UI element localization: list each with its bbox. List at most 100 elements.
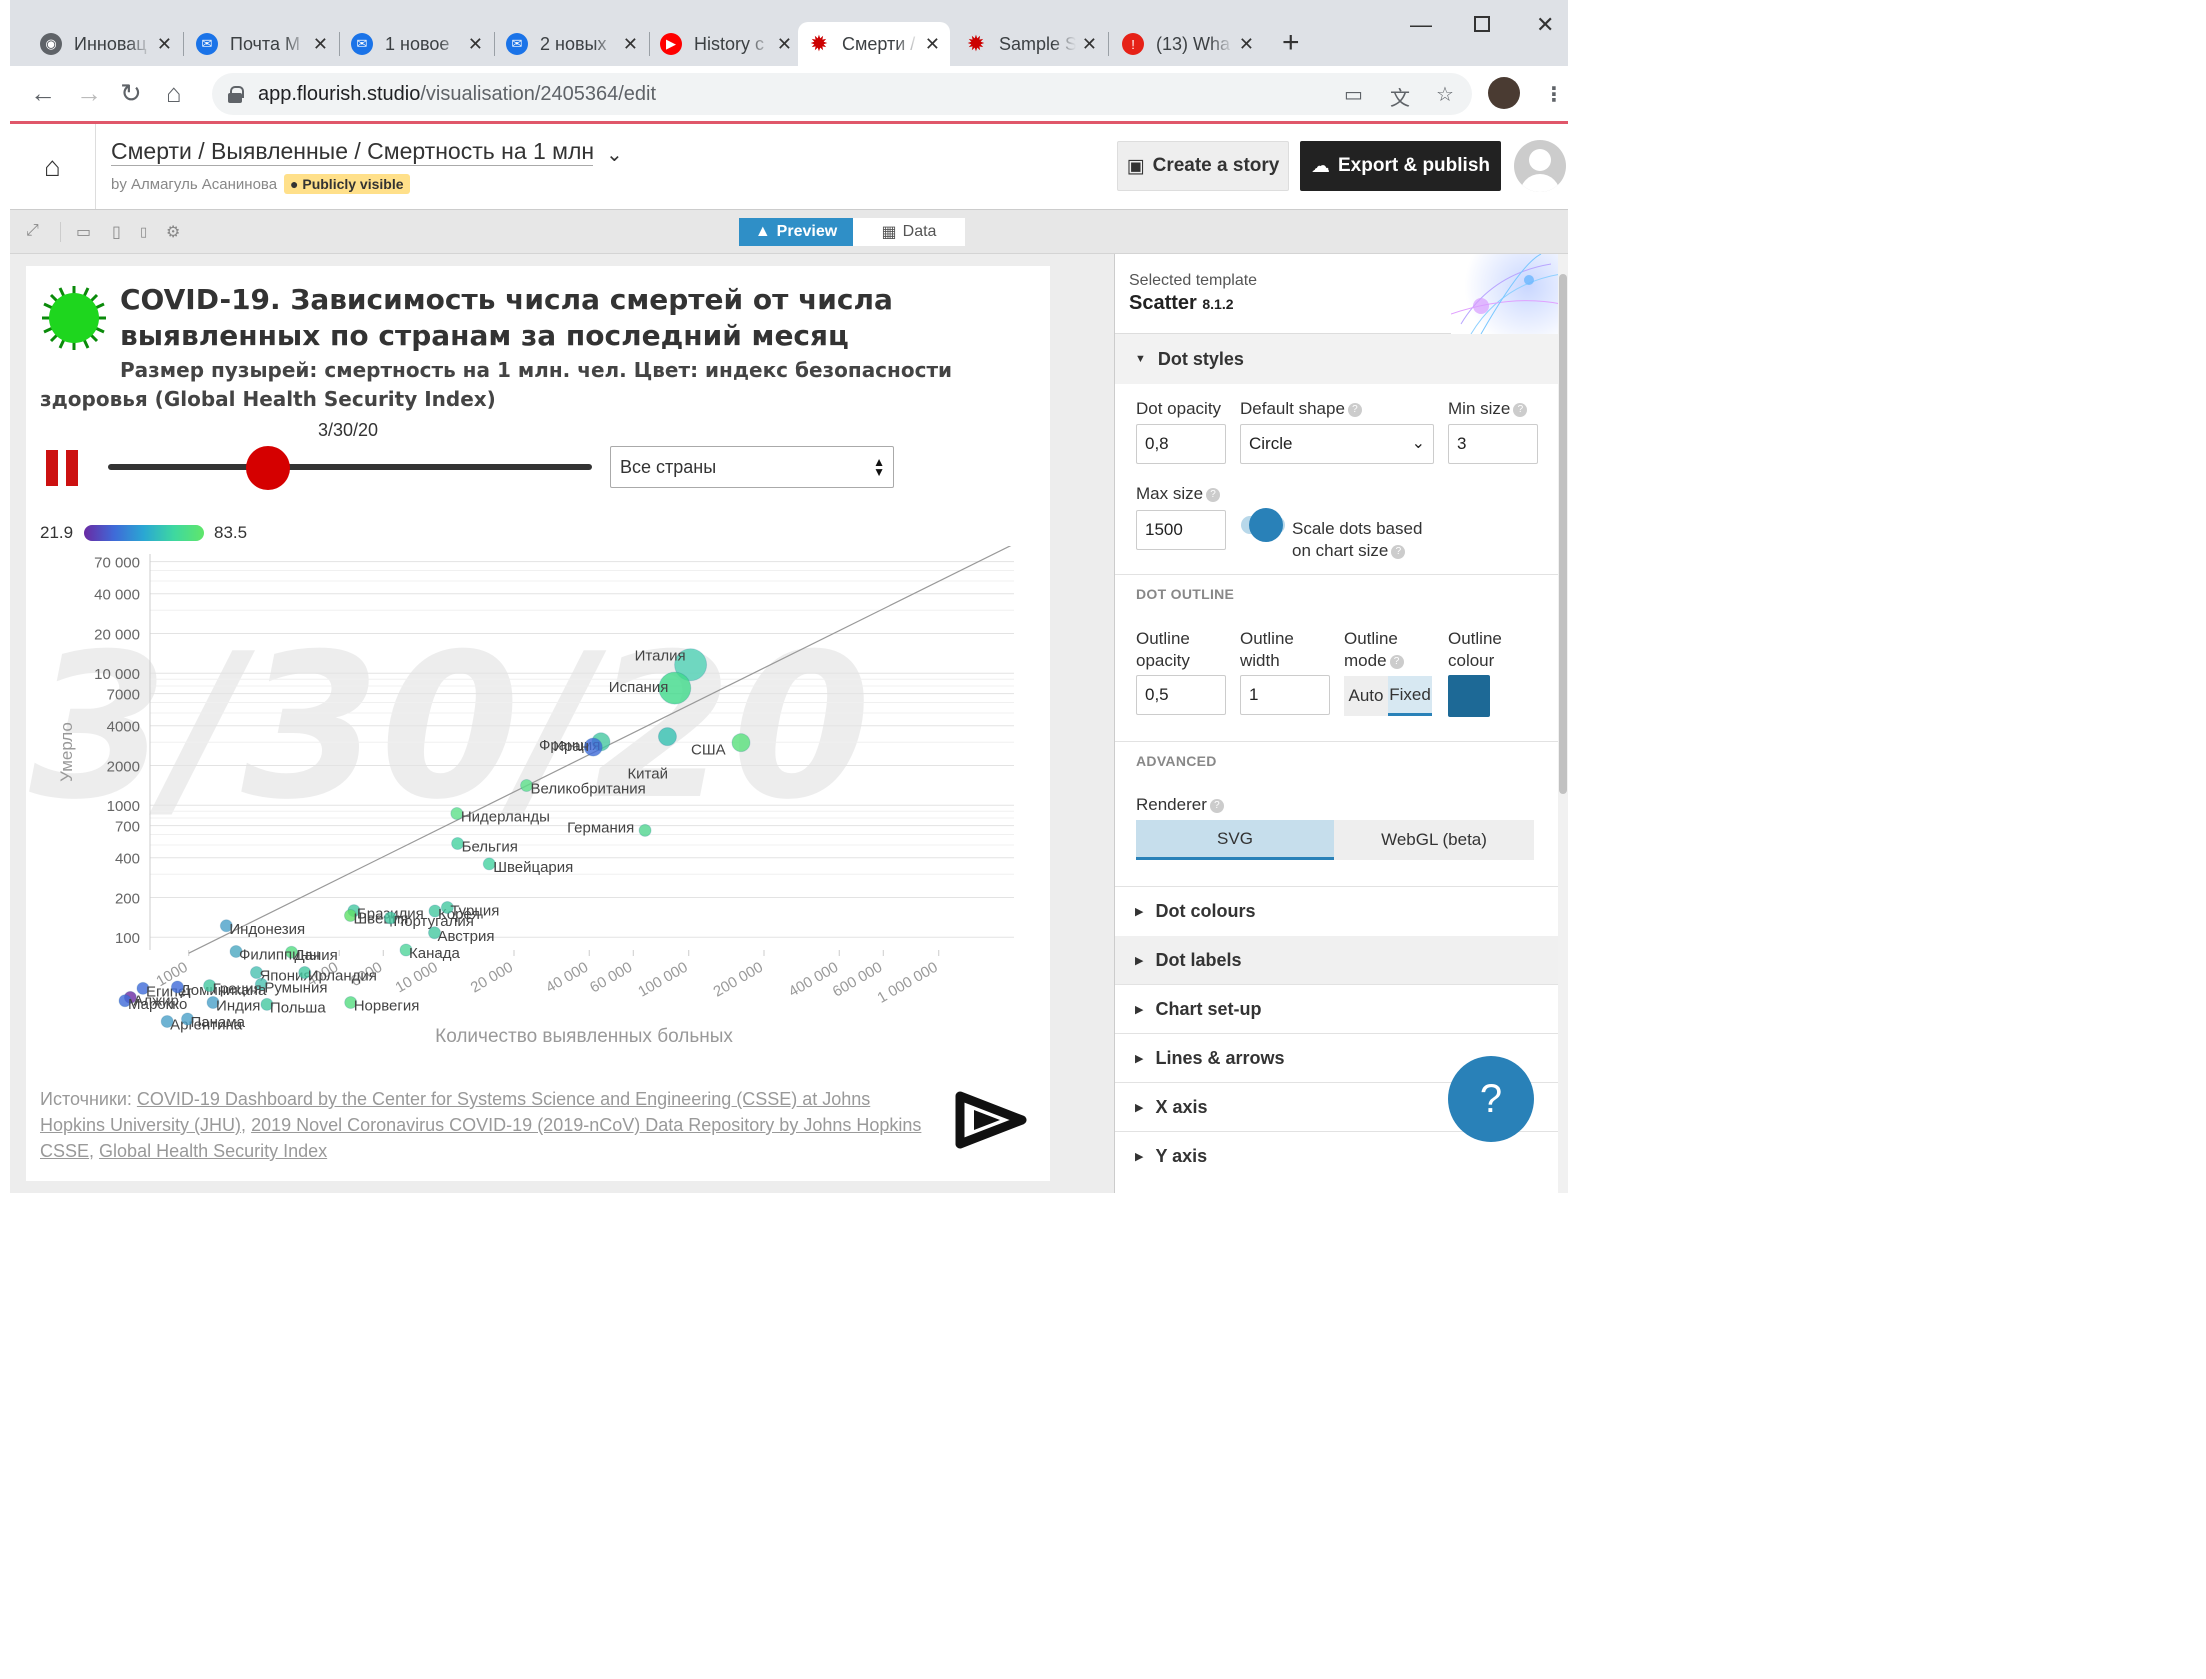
home-icon[interactable]: ⌂: [166, 78, 182, 109]
star-icon[interactable]: ☆: [1436, 82, 1454, 107]
new-tab-button[interactable]: +: [1282, 28, 1300, 58]
scatter-point[interactable]: [657, 727, 677, 747]
address-bar[interactable]: app.flourish.studio/visualisation/240536…: [212, 73, 1472, 115]
scale-dots-toggle[interactable]: [1241, 508, 1285, 542]
window-close-icon[interactable]: ✕: [1536, 12, 1554, 38]
outline-width-input[interactable]: 1: [1240, 675, 1330, 715]
translate-icon[interactable]: 文: [1390, 82, 1410, 111]
help-chat-button[interactable]: ?: [1448, 1056, 1534, 1142]
browser-tab-label: 1 новое: [385, 33, 450, 54]
chevron-down-icon[interactable]: ⌄: [606, 142, 623, 167]
forward-icon[interactable]: →: [76, 78, 102, 109]
section-dot-colours[interactable]: ▶ Dot colours: [1115, 887, 1561, 935]
caret-down-icon: ▼: [1135, 353, 1146, 365]
dot-opacity-input[interactable]: 0,8: [1136, 424, 1226, 464]
browser-tab-label: (13) Wha: [1156, 33, 1231, 54]
default-shape-select[interactable]: Circle ⌄: [1240, 424, 1434, 464]
help-icon[interactable]: ?: [1347, 402, 1362, 417]
template-box[interactable]: Selected template Scatter 8.1.2: [1115, 254, 1561, 334]
browser-tab-1[interactable]: ✉ Почта М ✕: [186, 22, 338, 66]
x-tick-label: 100 000: [635, 959, 690, 1001]
profile-avatar[interactable]: [1488, 77, 1520, 109]
renderer-webgl-option[interactable]: WebGL (beta): [1334, 820, 1534, 860]
minimize-icon[interactable]: —: [1410, 12, 1432, 38]
pause-button[interactable]: [44, 450, 80, 486]
section-chart-setup[interactable]: ▶ Chart set-up: [1115, 985, 1561, 1033]
home-button[interactable]: ⌂: [10, 124, 96, 209]
min-size-input[interactable]: 3: [1448, 424, 1538, 464]
visibility-badge: ● Publicly visible: [284, 174, 410, 194]
menu-icon[interactable]: ⋮: [1544, 82, 1564, 107]
help-icon[interactable]: ?: [1389, 654, 1404, 669]
tab-close-icon[interactable]: ✕: [313, 34, 328, 55]
slider-value: 3/30/20: [318, 420, 379, 440]
color-legend-gradient: [84, 525, 204, 541]
create-story-button[interactable]: ▣ Create a story: [1117, 141, 1289, 191]
x-axis-title: Количество выявленных больных: [435, 1026, 733, 1047]
browser-tab-5[interactable]: ✹ Смерти / ✕: [798, 22, 950, 66]
eye-icon: ●: [290, 176, 303, 192]
help-icon[interactable]: ?: [1391, 544, 1406, 559]
max-size-input[interactable]: 1500: [1136, 510, 1226, 550]
time-slider-thumb[interactable]: [245, 446, 290, 490]
scatter-point[interactable]: [731, 733, 751, 753]
tab-data[interactable]: ▦ Data: [853, 218, 965, 246]
create-story-label: Create a story: [1152, 155, 1280, 176]
time-slider-track[interactable]: [108, 464, 592, 470]
help-icon[interactable]: ?: [1206, 487, 1221, 502]
visualisation-title[interactable]: Смерти / Выявленные / Смертность на 1 мл…: [111, 138, 593, 166]
flourish-logo[interactable]: [952, 1086, 1028, 1152]
browser-tab-3[interactable]: ✉ 2 новых ✕: [496, 22, 648, 66]
tab-close-icon[interactable]: ✕: [468, 34, 483, 55]
desktop-icon[interactable]: ▭: [76, 222, 91, 242]
export-publish-button[interactable]: ☁ Export & publish: [1300, 141, 1501, 191]
browser-toolbar: ← → ↻ ⌂ app.flourish.studio/visualisatio…: [10, 66, 1568, 122]
source-link-ghs-index[interactable]: Global Health Security Index: [99, 1141, 327, 1161]
y-tick-label: 700: [115, 819, 140, 836]
mobile-icon[interactable]: ▯: [140, 224, 147, 240]
scatter-point[interactable]: [638, 823, 652, 837]
x-tick-label: 60 000: [587, 959, 635, 997]
tab-close-icon[interactable]: ✕: [623, 34, 638, 55]
point-label: Нидерланды: [461, 809, 550, 826]
tablet-icon[interactable]: ▯: [112, 222, 121, 242]
scrollbar-thumb[interactable]: [1559, 274, 1567, 794]
tab-preview[interactable]: ▲ Preview: [739, 218, 853, 246]
point-label: Норвегия: [354, 998, 420, 1015]
tab-close-icon[interactable]: ✕: [925, 34, 940, 55]
maximize-icon[interactable]: [1474, 16, 1490, 32]
max-size-label-row: Max size?: [1136, 483, 1221, 505]
source-prefix: Источники:: [40, 1089, 137, 1109]
outline-opacity-input[interactable]: 0,5: [1136, 675, 1226, 715]
gear-icon[interactable]: ⚙: [166, 222, 180, 242]
help-icon[interactable]: ?: [1209, 798, 1224, 813]
browser-tab-4[interactable]: ▶ History c ✕: [650, 22, 802, 66]
fullscreen-icon[interactable]: ⤢: [26, 222, 39, 240]
tab-close-icon[interactable]: ✕: [1239, 34, 1254, 55]
browser-tab-label: Инновац: [74, 33, 147, 54]
tab-close-icon[interactable]: ✕: [1082, 34, 1097, 55]
tab-close-icon[interactable]: ✕: [157, 34, 172, 55]
country-filter-select[interactable]: Все страны ▲ ▼: [610, 446, 894, 488]
browser-tab-7[interactable]: ! (13) Wha ✕: [1112, 22, 1264, 66]
outline-colour-swatch[interactable]: [1448, 675, 1490, 717]
outline-mode-fixed[interactable]: Fixed: [1388, 676, 1432, 716]
point-label: Швейцария: [493, 859, 573, 876]
user-avatar[interactable]: [1514, 140, 1566, 192]
legend-max: 83.5: [214, 523, 248, 542]
browser-tab-6[interactable]: ✹ Sample S ✕: [955, 22, 1107, 66]
section-dot-labels[interactable]: ▶ Dot labels: [1115, 936, 1561, 984]
cast-icon[interactable]: ▭: [1344, 82, 1363, 107]
browser-tab-0[interactable]: ◉ Инновац ✕: [30, 22, 182, 66]
renderer-svg-option[interactable]: SVG: [1136, 820, 1334, 860]
tab-close-icon[interactable]: ✕: [777, 34, 792, 55]
renderer-label-row: Renderer?: [1136, 794, 1224, 816]
help-icon[interactable]: ?: [1513, 402, 1528, 417]
reload-icon[interactable]: ↻: [120, 78, 142, 109]
panel-scrollbar[interactable]: [1558, 254, 1568, 1193]
section-dot-styles[interactable]: ▼ Dot styles: [1115, 334, 1561, 384]
back-icon[interactable]: ←: [30, 78, 56, 109]
browser-tab-2[interactable]: ✉ 1 новое ✕: [341, 22, 493, 66]
globe-icon: ◉: [40, 33, 62, 55]
outline-mode-auto[interactable]: Auto: [1344, 676, 1388, 716]
